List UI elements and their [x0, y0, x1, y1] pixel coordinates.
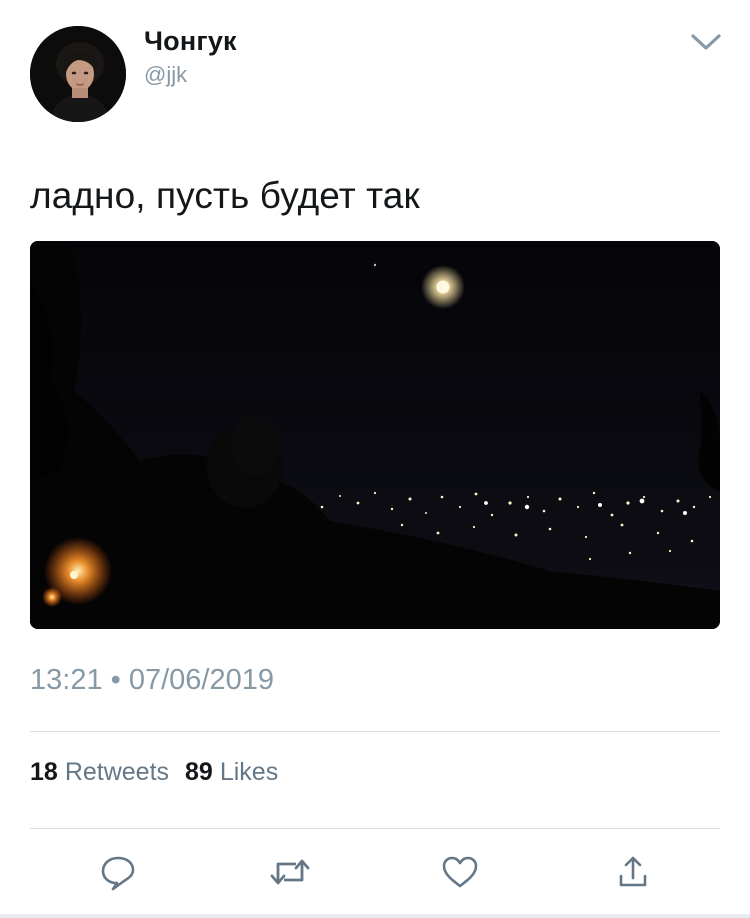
chevron-down-icon[interactable]	[686, 26, 726, 58]
divider	[30, 731, 720, 732]
share-button[interactable]	[611, 850, 655, 894]
username[interactable]: @jjk	[144, 62, 187, 88]
tweet-photo[interactable]	[30, 241, 720, 629]
retweet-button[interactable]	[268, 850, 312, 894]
likes-label: Likes	[219, 758, 279, 786]
reply-button[interactable]	[96, 850, 140, 894]
like-button[interactable]	[438, 850, 482, 894]
heart-icon	[442, 856, 478, 888]
tweet-text: ладно, пусть будет так	[30, 175, 420, 216]
tweet-detail: Чонгук @jjk ладно, пусть будет так 13:21…	[0, 0, 750, 918]
share-icon	[619, 856, 647, 887]
retweet-icon	[270, 859, 310, 885]
engagement-stats: 18 Retweets 89 Likes	[30, 758, 278, 787]
bottom-divider	[0, 914, 750, 918]
avatar[interactable]	[30, 26, 126, 122]
likes-stat[interactable]: 89 Likes	[185, 758, 278, 787]
display-name[interactable]: Чонгук	[144, 26, 237, 57]
retweets-stat[interactable]: 18 Retweets	[30, 758, 169, 787]
tweet-timestamp[interactable]: 13:21 • 07/06/2019	[30, 664, 274, 697]
retweets-count: 18	[30, 758, 58, 786]
likes-count: 89	[185, 758, 213, 786]
retweets-label: Retweets	[64, 758, 170, 786]
divider	[30, 828, 720, 829]
reply-icon	[101, 856, 135, 891]
